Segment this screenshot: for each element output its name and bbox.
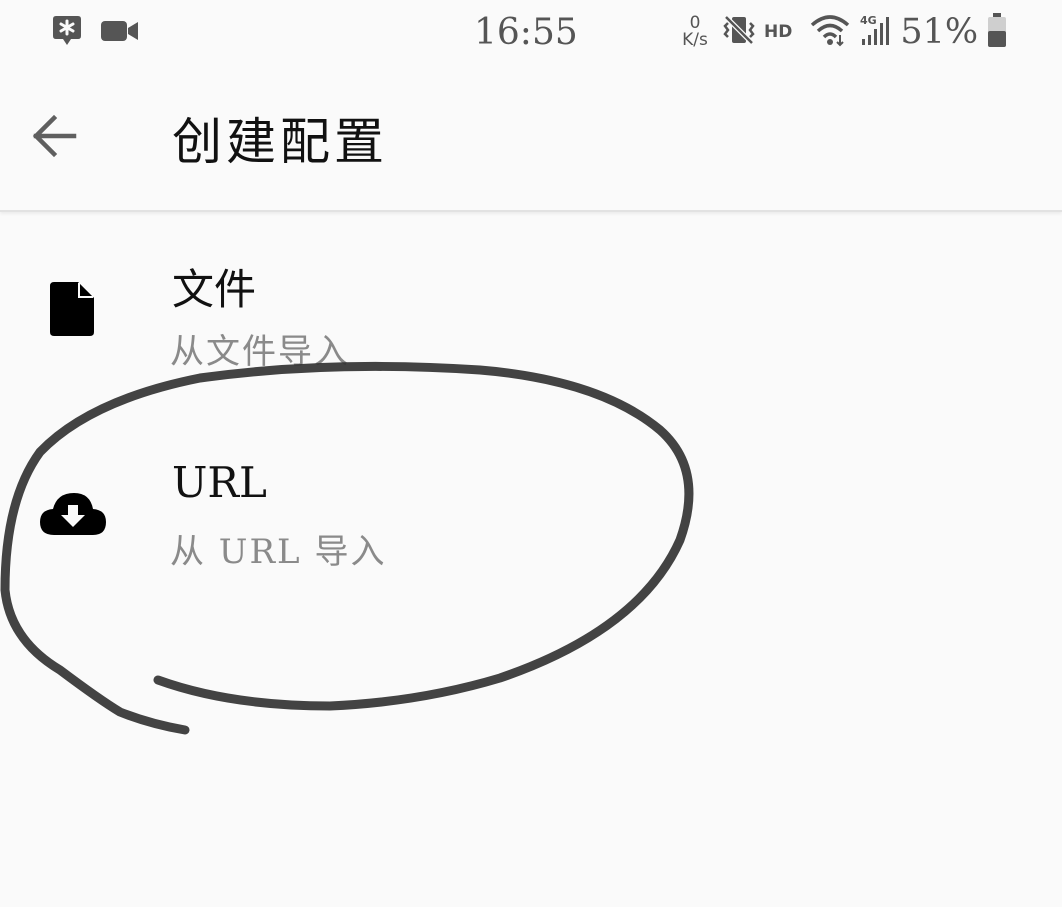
cloud-download-icon: [34, 474, 112, 552]
back-button[interactable]: [26, 110, 82, 166]
hd-label: HD: [764, 22, 793, 42]
list-item-title: 文件: [172, 265, 257, 314]
wifi-icon: [810, 13, 850, 51]
list-item-url[interactable]: URL 从 URL 导入: [0, 412, 1062, 602]
network-speed-unit: K/s: [682, 30, 708, 50]
chat-notification-icon: [52, 14, 82, 52]
video-camera-icon: [100, 18, 140, 48]
page-title: 创建配置: [172, 113, 388, 171]
status-left-icons: [52, 14, 140, 52]
arrow-back-icon: [30, 114, 78, 162]
list-item-subtitle: 从文件导入: [170, 332, 350, 372]
network-speed: 0 K/s: [676, 15, 714, 49]
status-right-icons: 0 K/s HD 4G 51%: [676, 12, 1008, 52]
status-bar: 16:55 0 K/s HD 4G 51%: [0, 0, 1062, 70]
list-item-subtitle: 从 URL 导入: [170, 532, 387, 572]
list-item-file[interactable]: 文件 从文件导入: [0, 212, 1062, 402]
battery-icon: [986, 12, 1008, 52]
vibrate-icon: [722, 13, 756, 51]
status-time: 16:55: [474, 12, 578, 53]
signal-icon: 4G: [858, 13, 892, 51]
file-icon: [34, 270, 112, 348]
list-item-title: URL: [172, 458, 267, 507]
battery-percent: 51%: [900, 12, 979, 52]
app-bar: 创建配置: [0, 70, 1062, 212]
network-type-label: 4G: [860, 14, 877, 27]
